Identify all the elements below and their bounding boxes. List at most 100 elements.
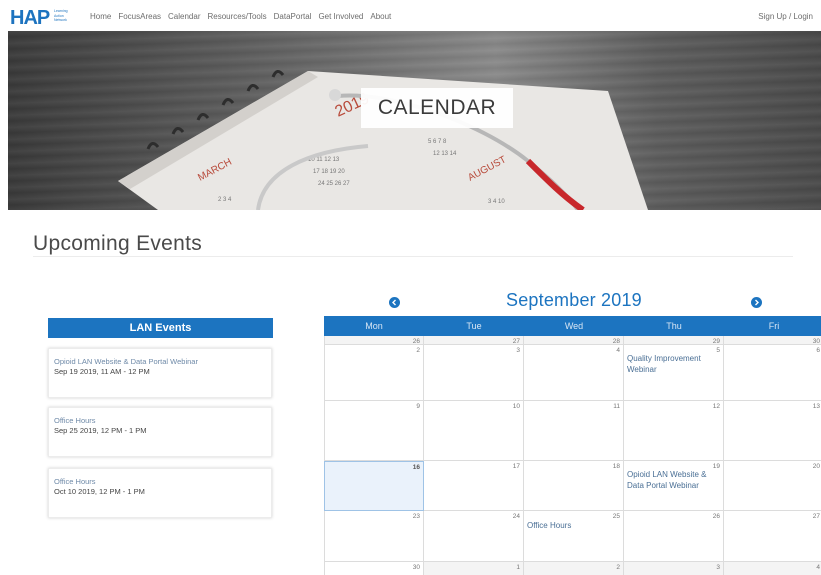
weekday-label: Tue [466, 321, 482, 331]
calendar-day-cell[interactable]: 23 [324, 511, 424, 562]
lan-event-title[interactable]: Office Hours [54, 416, 96, 425]
nav-link-data-portal[interactable]: DataPortal [274, 12, 312, 21]
signup-login-link[interactable]: Sign Up / Login [758, 12, 813, 21]
weekday-label: Wed [564, 321, 584, 331]
calendar-day-cell[interactable]: 17 [424, 461, 524, 511]
svg-text:3 4 10: 3 4 10 [488, 199, 505, 205]
lan-event-card[interactable]: Office Hours Sep 25 2019, 12 PM - 1 PM [48, 407, 272, 457]
calendar-day-cell[interactable]: 2 [324, 345, 424, 401]
lan-event-time: Sep 25 2019, 12 PM - 1 PM [54, 426, 147, 435]
day-number: 27 [512, 338, 520, 345]
lan-event-card[interactable]: Office Hours Oct 10 2019, 12 PM - 1 PM [48, 468, 272, 518]
day-number: 9 [416, 403, 420, 410]
calendar-event-link[interactable]: Office Hours [527, 520, 619, 531]
calendar-day-cell[interactable]: 12 [624, 401, 724, 461]
weekday-label: Fri [768, 321, 780, 331]
hero-banner: MARCH AUGUST 2019 10 11 12 13 17 18 19 2… [8, 31, 821, 210]
calendar-day-cell[interactable]: 30 [724, 336, 821, 345]
calendar-day-cell[interactable]: 20 [724, 461, 821, 511]
calendar-day-cell[interactable]: 25 Office Hours [524, 511, 624, 562]
calendar-day-cell[interactable]: 3 [424, 345, 524, 401]
calendar-day-cell[interactable]: 24 [424, 511, 524, 562]
chevron-right-icon [755, 299, 759, 306]
day-number: 4 [616, 347, 620, 354]
calendar-event-link[interactable]: Opioid LAN Website & Data Portal Webinar [627, 469, 719, 491]
day-number: 4 [816, 564, 820, 571]
calendar-week-row: 2 3 4 5 Quality Improvement Webinar 6 [324, 345, 821, 401]
svg-text:24 25 26 27: 24 25 26 27 [318, 181, 350, 187]
nav-link-resources-tools[interactable]: Resources/Tools [208, 12, 267, 21]
logo-subtext: Learning Action Network [54, 9, 68, 22]
calendar-day-cell[interactable]: 1 [424, 562, 524, 575]
lan-events-header: LAN Events [48, 318, 273, 338]
day-number: 24 [512, 513, 520, 520]
lan-event-title[interactable]: Office Hours [54, 477, 96, 486]
prev-month-button[interactable] [389, 297, 400, 308]
next-month-button[interactable] [751, 297, 762, 308]
day-number: 30 [412, 564, 420, 571]
calendar-day-cell[interactable]: 3 [624, 562, 724, 575]
calendar-day-cell[interactable]: 30 [324, 562, 424, 575]
day-number: 18 [612, 463, 620, 470]
calendar-day-cell[interactable]: 9 [324, 401, 424, 461]
lan-event-time: Oct 10 2019, 12 PM - 1 PM [54, 487, 145, 496]
calendar-day-cell[interactable]: 10 [424, 401, 524, 461]
day-number: 23 [412, 513, 420, 520]
calendar-day-cell[interactable]: 6 [724, 345, 821, 401]
day-number: 30 [812, 338, 820, 345]
calendar-day-cell[interactable]: 16 [324, 461, 424, 511]
day-number: 29 [712, 338, 720, 345]
calendar-day-cell[interactable]: 2 [524, 562, 624, 575]
calendar-event-link[interactable]: Quality Improvement Webinar [627, 353, 719, 375]
svg-text:12 13 14: 12 13 14 [433, 151, 457, 157]
calendar-day-cell[interactable]: 26 [324, 336, 424, 345]
lan-event-title[interactable]: Opioid LAN Website & Data Portal Webinar [54, 357, 198, 366]
svg-text:17 18 19 20: 17 18 19 20 [313, 169, 345, 175]
day-number: 2 [416, 347, 420, 354]
top-navigation: HAP Learning Action Network Home FocusAr… [0, 0, 821, 34]
day-number: 3 [516, 347, 520, 354]
lan-event-time: Sep 19 2019, 11 AM - 12 PM [54, 367, 150, 376]
calendar-day-cell[interactable]: 13 [724, 401, 821, 461]
day-number: 25 [612, 513, 620, 520]
hero-title: CALENDAR [377, 96, 497, 119]
svg-text:2 3 4: 2 3 4 [218, 197, 232, 203]
day-number: 26 [712, 513, 720, 520]
day-number: 11 [613, 403, 620, 410]
nav-link-get-involved[interactable]: Get Involved [318, 12, 363, 21]
calendar-day-cell[interactable]: 27 [424, 336, 524, 345]
nav-link-home[interactable]: Home [90, 12, 111, 21]
day-number: 1 [516, 564, 520, 571]
day-number: 6 [816, 347, 820, 354]
day-number: 12 [712, 403, 720, 410]
day-number: 27 [812, 513, 820, 520]
calendar-week-row: 26 27 28 29 30 [324, 336, 821, 345]
day-number: 13 [812, 403, 820, 410]
nav-link-about[interactable]: About [370, 12, 391, 21]
nav-links: Home FocusAreas Calendar Resources/Tools… [90, 12, 398, 21]
calendar-day-cell[interactable]: 4 [724, 562, 821, 575]
day-number: 17 [512, 463, 520, 470]
calendar-day-cell[interactable]: 11 [524, 401, 624, 461]
calendar-day-cell[interactable]: 5 Quality Improvement Webinar [624, 345, 724, 401]
calendar-week-row: 23 24 25 Office Hours 26 27 [324, 511, 821, 562]
nav-link-calendar[interactable]: Calendar [168, 12, 200, 21]
calendar-day-cell[interactable]: 4 [524, 345, 624, 401]
day-number: 26 [412, 338, 420, 345]
calendar-day-cell[interactable]: 28 [524, 336, 624, 345]
day-number: 10 [512, 403, 520, 410]
svg-text:5 6 7 8: 5 6 7 8 [428, 139, 447, 145]
calendar-day-cell[interactable]: 27 [724, 511, 821, 562]
day-number: 28 [612, 338, 620, 345]
calendar-day-cell[interactable]: 29 [624, 336, 724, 345]
nav-link-focus-areas[interactable]: FocusAreas [118, 12, 161, 21]
day-number: 2 [616, 564, 620, 571]
hap-logo[interactable]: HAP [10, 8, 50, 28]
section-divider [33, 256, 793, 257]
calendar-day-cell[interactable]: 26 [624, 511, 724, 562]
calendar-day-cell[interactable]: 19 Opioid LAN Website & Data Portal Webin… [624, 461, 724, 511]
weekday-label: Thu [666, 321, 682, 331]
calendar-day-cell[interactable]: 18 [524, 461, 624, 511]
day-number: 3 [716, 564, 720, 571]
lan-event-card[interactable]: Opioid LAN Website & Data Portal Webinar… [48, 348, 272, 398]
